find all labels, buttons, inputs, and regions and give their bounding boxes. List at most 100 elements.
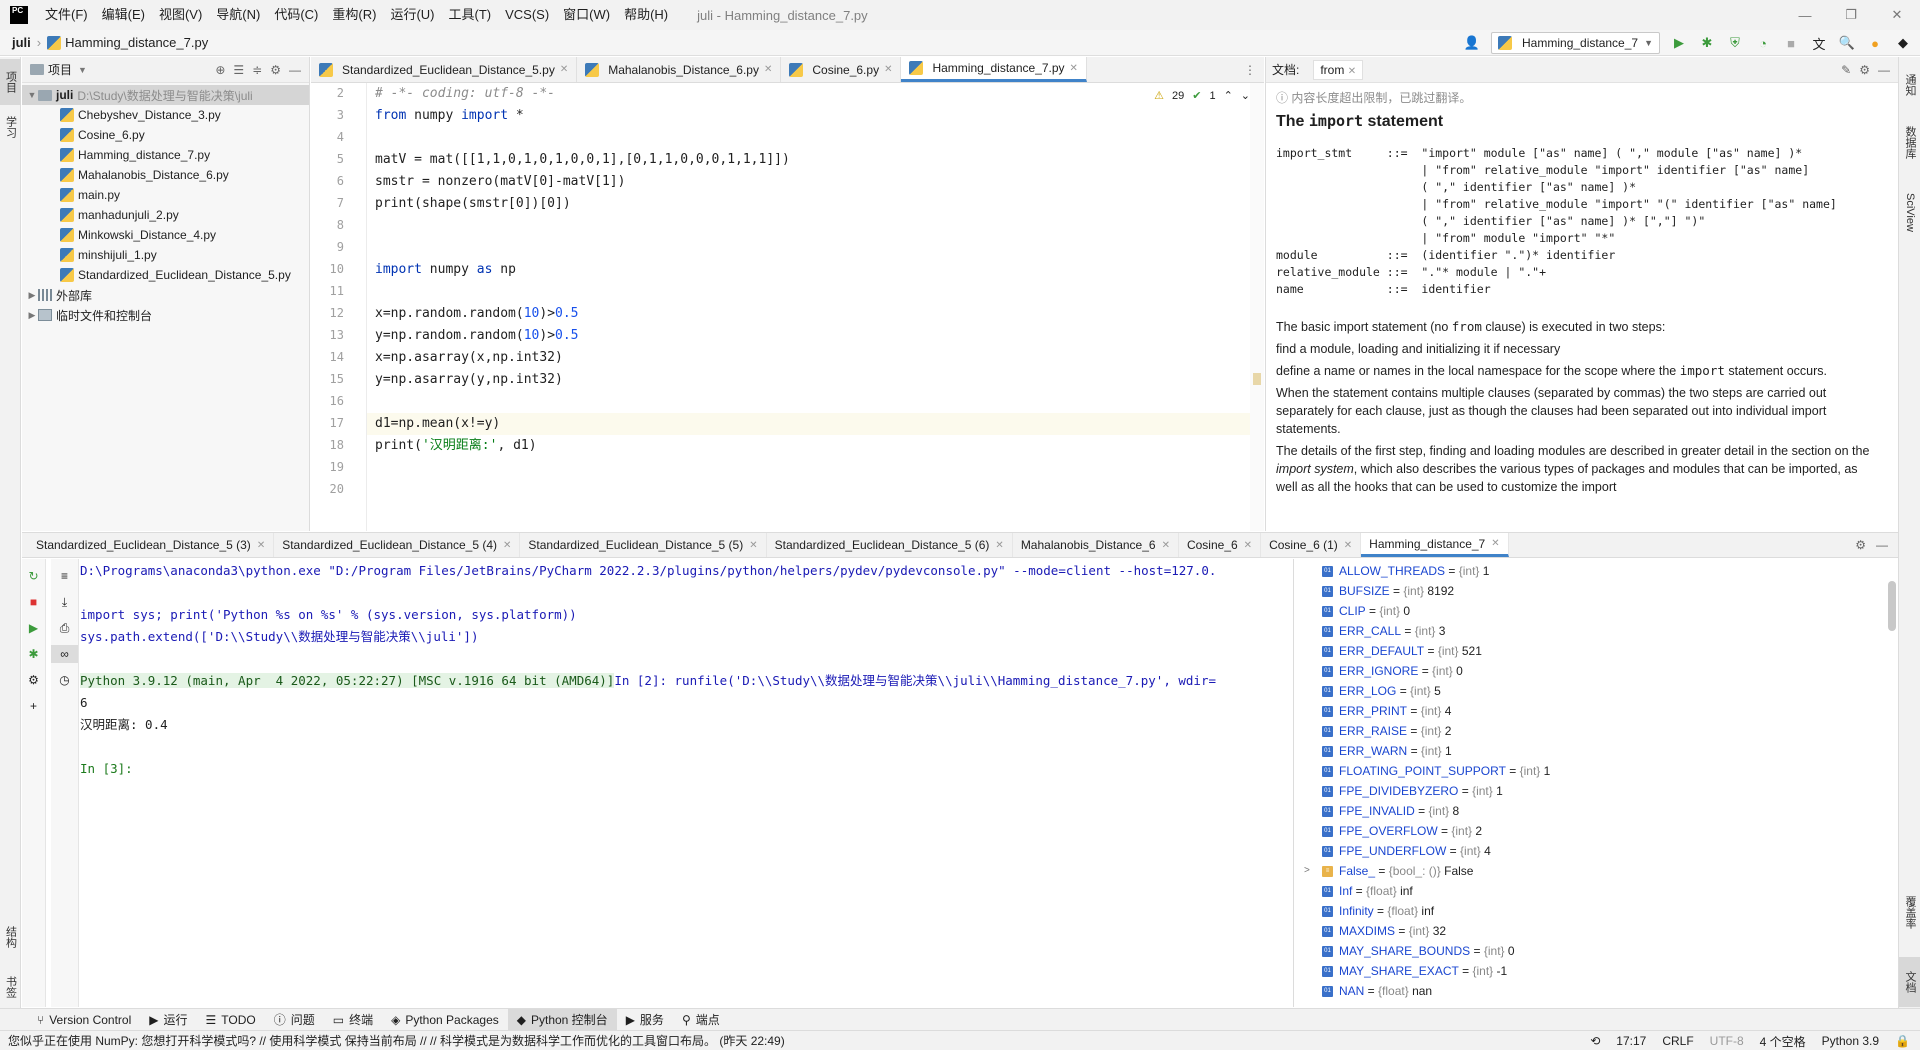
variable-row[interactable]: 01 ALLOW_THREADS = {int} 1 — [1322, 561, 1489, 581]
variable-row[interactable]: 01 ERR_CALL = {int} 3 — [1322, 621, 1445, 641]
editor-tab[interactable]: Standardized_Euclidean_Distance_5.py ✕ — [311, 57, 578, 82]
variable-row[interactable]: 01 MAY_SHARE_BOUNDS = {int} 0 — [1322, 941, 1515, 961]
edit-icon[interactable]: ✎ — [1841, 63, 1851, 77]
cursor-position[interactable]: 17:17 — [1616, 1034, 1646, 1048]
console-tab[interactable]: Standardized_Euclidean_Distance_5 (6) ✕ — [767, 533, 1013, 557]
menu-window[interactable]: 窗口(W) — [556, 0, 617, 30]
editor-tab-active[interactable]: Hamming_distance_7.py ✕ — [901, 57, 1087, 82]
menu-navigate[interactable]: 导航(N) — [209, 0, 267, 30]
tool-tab-endpoints[interactable]: ⚲ 端点 — [673, 1009, 729, 1031]
database-tool-tab[interactable]: 数据库 — [1899, 117, 1920, 167]
lock-icon[interactable]: 🔒 — [1895, 1034, 1910, 1048]
close-icon[interactable]: ✕ — [257, 540, 265, 551]
variable-row[interactable]: 01 ERR_LOG = {int} 5 — [1322, 681, 1441, 701]
tree-file[interactable]: Mahalanobis_Distance_6.py — [22, 165, 309, 185]
print-icon[interactable]: ⎙ — [51, 619, 78, 637]
breadcrumb-project[interactable]: juli — [12, 35, 31, 50]
sciview-tool-tab[interactable]: SciView — [1899, 177, 1920, 247]
close-window-button[interactable]: ✕ — [1874, 0, 1920, 30]
run-icon[interactable]: ▶ — [22, 619, 45, 637]
restore-button[interactable]: ❐ — [1828, 0, 1874, 30]
console-tab-active[interactable]: Hamming_distance_7 ✕ — [1361, 533, 1509, 557]
chevron-right-icon[interactable]: > — [1304, 861, 1322, 881]
tool-tab-run[interactable]: ▶ 运行 — [140, 1009, 196, 1031]
collapse-all-icon[interactable]: ≑ — [252, 63, 262, 77]
hide-icon[interactable]: — — [1878, 63, 1890, 77]
coverage-tool-tab[interactable]: 覆盖率 — [1899, 887, 1920, 937]
jetbrains-logo-icon[interactable]: ◆ — [1894, 34, 1912, 52]
search-icon[interactable]: 🔍 — [1838, 34, 1856, 52]
stop-icon[interactable]: ■ — [1782, 34, 1800, 52]
variable-row[interactable]: 01 BUFSIZE = {int} 8192 — [1322, 581, 1454, 601]
add-console-icon[interactable]: + — [22, 697, 45, 715]
code-area[interactable]: # -*- coding: utf-8 -*- from numpy impor… — [367, 83, 1264, 531]
console-tab[interactable]: Cosine_6 ✕ — [1179, 533, 1262, 557]
stop-icon[interactable]: ■ — [22, 593, 45, 611]
show-variables-icon[interactable]: ∞ — [51, 645, 78, 663]
variable-row[interactable]: 01 ERR_IGNORE = {int} 0 — [1322, 661, 1463, 681]
variable-row[interactable]: 01 ERR_PRINT = {int} 4 — [1322, 701, 1451, 721]
menu-edit[interactable]: 编辑(E) — [95, 0, 152, 30]
console-tab[interactable]: Cosine_6 (1) ✕ — [1261, 533, 1362, 557]
tree-file[interactable]: minshijuli_1.py — [22, 245, 309, 265]
close-icon[interactable]: ✕ — [749, 540, 757, 551]
project-tool-tab[interactable]: 项目 — [0, 59, 21, 105]
chevron-up-icon[interactable]: ⌃ — [1224, 89, 1233, 102]
hide-icon[interactable]: — — [289, 63, 301, 77]
python-interpreter[interactable]: Python 3.9 — [1822, 1034, 1879, 1048]
gear-icon[interactable]: ⚙ — [270, 63, 281, 77]
console-tab[interactable]: Standardized_Euclidean_Distance_5 (4) ✕ — [274, 533, 521, 557]
editor-tab[interactable]: Mahalanobis_Distance_6.py ✕ — [577, 57, 782, 82]
tool-tab-terminal[interactable]: ▭ 终端 — [324, 1009, 382, 1031]
debug-icon[interactable]: ✱ — [1698, 34, 1716, 52]
scroll-to-end-icon[interactable]: ⤓ — [51, 593, 78, 611]
editor-tab[interactable]: Cosine_6.py ✕ — [781, 57, 902, 82]
notifications-tool-tab[interactable]: 通知 — [1899, 65, 1920, 105]
close-icon[interactable]: ✕ — [503, 540, 511, 551]
minimize-button[interactable]: — — [1782, 0, 1828, 30]
close-icon[interactable]: ✕ — [884, 64, 892, 75]
structure-tool-tab[interactable]: 结构 — [0, 917, 21, 957]
close-icon[interactable]: ✕ — [1244, 540, 1252, 551]
menu-view[interactable]: 视图(V) — [152, 0, 209, 30]
profile-icon[interactable]: ◔ — [1754, 34, 1772, 52]
tree-file[interactable]: Chebyshev_Distance_3.py — [22, 105, 309, 125]
chevron-down-icon[interactable]: ▼ — [78, 65, 87, 75]
variable-row[interactable]: 01 MAY_SHARE_EXACT = {int} -1 — [1322, 961, 1507, 981]
git-icon[interactable]: ⟲ — [1590, 1034, 1600, 1048]
menu-vcs[interactable]: VCS(S) — [498, 0, 556, 30]
tree-scratches[interactable]: ▶ 临时文件和控制台 — [22, 305, 309, 325]
variable-row[interactable]: 01 FPE_INVALID = {int} 8 — [1322, 801, 1459, 821]
variable-row[interactable]: 01 ERR_DEFAULT = {int} 521 — [1322, 641, 1482, 661]
learn-tool-tab[interactable]: 学习 — [0, 107, 21, 147]
close-icon[interactable]: ✕ — [560, 64, 568, 75]
close-icon[interactable]: ✕ — [1162, 540, 1170, 551]
chevron-right-icon[interactable]: ▶ — [26, 290, 38, 301]
inspection-widget[interactable]: ⚠ 29 ✔ 1 ⌃ ⌄ — [1154, 89, 1250, 103]
close-icon[interactable]: ✕ — [995, 540, 1003, 551]
tree-root[interactable]: ▼ juli D:\Study\数据处理与智能决策\juli — [22, 85, 309, 105]
console-output[interactable]: D:\Programs\anaconda3\python.exe "D:/Pro… — [80, 559, 1292, 1007]
variable-row[interactable]: 01 Infinity = {float} inf — [1322, 901, 1434, 921]
variable-row[interactable]: 01 MAXDIMS = {int} 32 — [1322, 921, 1446, 941]
console-tab[interactable]: Mahalanobis_Distance_6 ✕ — [1013, 533, 1179, 557]
doc-tab[interactable]: from ✕ — [1313, 59, 1364, 80]
coverage-icon[interactable]: ⛨ — [1726, 34, 1744, 52]
run-config-select[interactable]: Hamming_distance_7 ▼ — [1491, 32, 1660, 54]
menu-help[interactable]: 帮助(H) — [617, 0, 675, 30]
settings-icon[interactable]: ⚙ — [22, 671, 45, 689]
tool-tab-todo[interactable]: ☰ TODO — [197, 1009, 265, 1031]
tree-file[interactable]: main.py — [22, 185, 309, 205]
documentation-tool-tab[interactable]: 文档 — [1899, 957, 1920, 1007]
menu-tools[interactable]: 工具(T) — [441, 0, 498, 30]
close-icon[interactable]: ✕ — [1344, 540, 1352, 551]
tool-tab-version-control[interactable]: ⑂ Version Control — [28, 1009, 140, 1031]
expand-all-icon[interactable]: ☰ — [233, 63, 244, 77]
locate-icon[interactable]: ⊕ — [215, 63, 225, 77]
variables-scrollbar[interactable] — [1888, 581, 1896, 631]
breadcrumb-file[interactable]: Hamming_distance_7.py — [65, 35, 208, 50]
variable-row[interactable]: 01 FPE_OVERFLOW = {int} 2 — [1322, 821, 1482, 841]
tree-external-libraries[interactable]: ▶ 外部库 — [22, 285, 309, 305]
chevron-right-icon[interactable]: ▶ — [26, 310, 38, 321]
menu-run[interactable]: 运行(U) — [383, 0, 441, 30]
